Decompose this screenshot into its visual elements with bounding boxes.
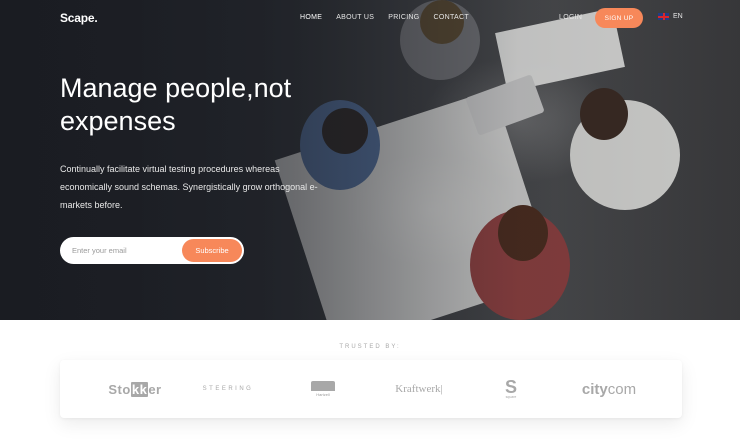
login-link[interactable]: LOGIN: [559, 14, 582, 21]
language-selector[interactable]: EN: [658, 13, 683, 20]
stokker-logo: Sto kk er: [100, 360, 170, 418]
square-logo: S square: [496, 360, 526, 418]
nav-item-contact[interactable]: CONTACT: [434, 14, 469, 21]
trusted-logos-card: Sto kk er STEERING Hartzell Kraftwerk| S s…: [60, 360, 682, 418]
hero-section: Scape. HOME ABOUT US PRICING CONTACT LOG…: [0, 0, 740, 320]
citycom-logo: city com: [576, 360, 642, 418]
subscribe-form: Subscribe: [60, 237, 244, 264]
hero-headline: Manage people,not expenses: [60, 72, 320, 138]
main-nav: HOME ABOUT US PRICING CONTACT: [300, 14, 483, 21]
nav-item-home[interactable]: HOME: [300, 14, 322, 21]
kraftwerk-logo: Kraftwerk|: [395, 383, 443, 395]
signup-button[interactable]: SIGN UP: [595, 8, 643, 28]
hero-headline-line2: expenses: [60, 106, 176, 136]
stokker-logo-text: Sto: [108, 381, 131, 397]
square-logo-mark: S: [504, 377, 517, 397]
site-logo[interactable]: Scape.: [60, 11, 98, 25]
nav-item-pricing[interactable]: PRICING: [388, 14, 419, 21]
square-logo-text: square: [505, 395, 517, 399]
subscribe-button[interactable]: Subscribe: [182, 239, 242, 262]
nav-item-about-us[interactable]: ABOUT US: [336, 14, 374, 21]
hartzell-logo: Hartzell: [306, 360, 340, 418]
citycom-logo-bold: city: [581, 380, 608, 398]
citycom-logo-rest: com: [607, 380, 637, 398]
trusted-by-label: TRUSTED BY:: [339, 344, 401, 350]
hartzell-logo-text: Hartzell: [316, 392, 330, 397]
hero-headline-line1: Manage people,not: [60, 73, 292, 103]
hartzell-logo-mark: [311, 381, 335, 391]
stokker-logo-text: er: [148, 381, 162, 397]
hero-description: Continually facilitate virtual testing p…: [60, 164, 318, 210]
uk-flag-icon: [658, 13, 669, 20]
steering-logo: STEERING: [202, 386, 254, 392]
email-input[interactable]: [72, 237, 182, 264]
stokker-logo-mark: kk: [130, 381, 149, 397]
language-label: EN: [673, 13, 683, 20]
